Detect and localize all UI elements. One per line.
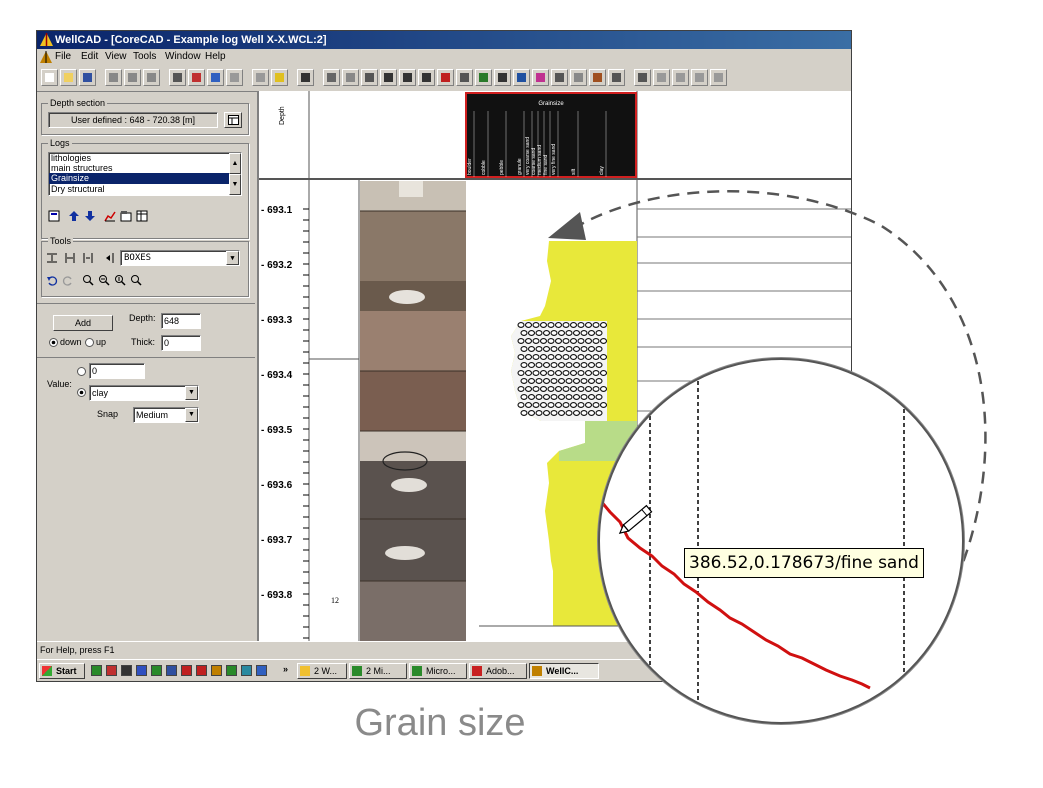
zoomed-log (600, 360, 905, 722)
arrow-head-icon (548, 212, 586, 240)
figure-caption: Grain size (354, 702, 526, 744)
value-tooltip: 386.52,0.178673/fine sand (684, 548, 924, 578)
pencil-icon (618, 504, 653, 535)
magnifier-zoom (598, 358, 964, 724)
